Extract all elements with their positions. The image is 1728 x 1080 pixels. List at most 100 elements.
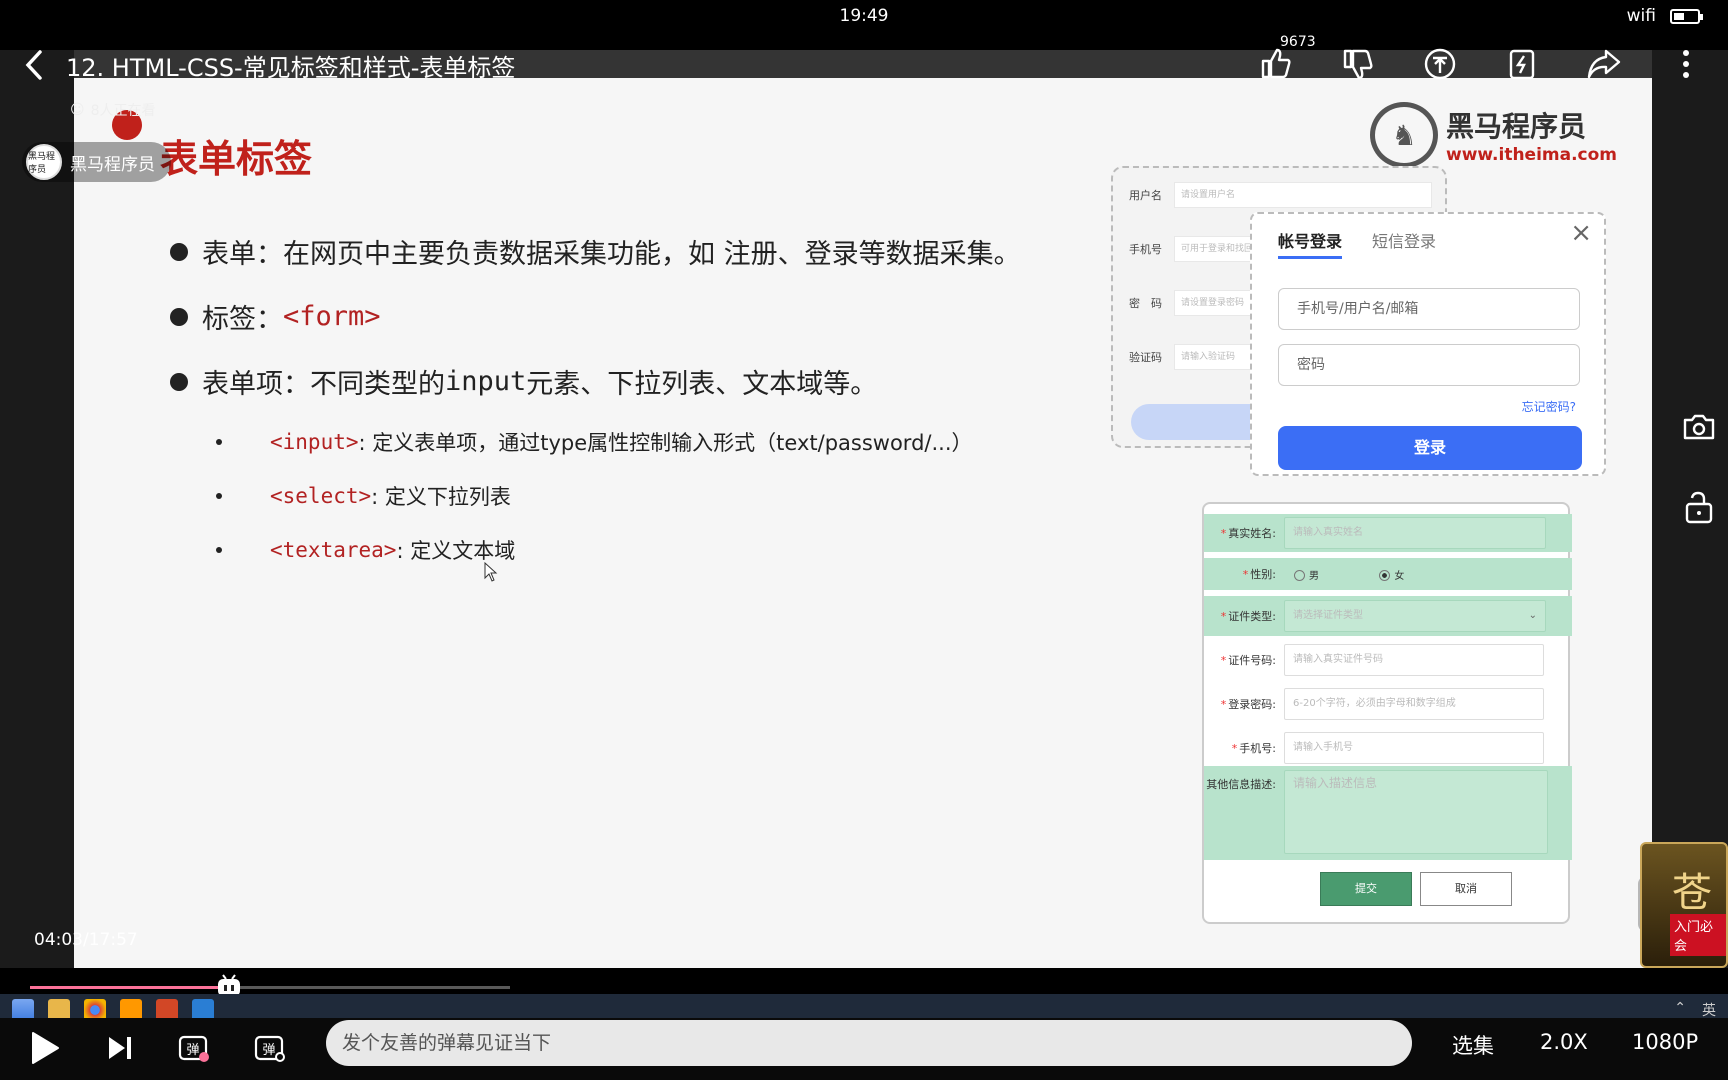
radio-female-icon [1379, 570, 1391, 581]
slide-bullets: 表单：在网页中主要负责数据采集功能，如 注册、登录等数据采集。 标签： <for… [170, 232, 1021, 589]
top-actions: 9673 [1254, 34, 1708, 86]
login-tabs: 帐号登录 短信登录 [1278, 228, 1436, 259]
danmaku-toggle[interactable]: 弹 [174, 1026, 214, 1070]
bg-form-label: 密 码 [1129, 297, 1162, 310]
slide-heading: 表单标签 [160, 137, 313, 181]
sub-text: : 定义下拉列表 [371, 485, 511, 509]
sub-bullet-select: <select> : 定义下拉列表 [170, 481, 1021, 511]
bullet-tag: 标签： <form> [170, 297, 1021, 336]
reg-label: 其他信息描述: [1206, 778, 1276, 791]
chevron-up-icon: ⌃ [1674, 1000, 1686, 1016]
sub-text: : 定义表单项，通过type属性控制输入形式（text/password/...… [358, 431, 973, 455]
forgot-password-link: 忘记密码? [1521, 400, 1576, 414]
like-count: 9673 [1280, 34, 1316, 50]
camera-icon [1683, 414, 1715, 440]
more-button[interactable] [1664, 42, 1708, 86]
letterbox-left [0, 50, 74, 968]
share-button[interactable] [1582, 42, 1626, 86]
mouse-cursor-icon [484, 562, 498, 582]
sub-text: : 定义文本域 [396, 539, 516, 563]
screenshot-button[interactable] [1670, 398, 1728, 456]
episodes-button[interactable]: 选集 [1452, 1030, 1494, 1060]
gender-radios: 男 女 [1284, 567, 1404, 582]
unlock-icon [1685, 491, 1713, 524]
chevron-down-icon: ⌄ [1528, 610, 1537, 621]
ad-tag: 入门必会 [1670, 914, 1726, 956]
lock-screen-button[interactable] [1670, 478, 1728, 536]
bg-form-label: 验证码 [1129, 351, 1162, 364]
reg-label: 真实姓名: [1228, 527, 1276, 540]
sub-code: <textarea> [270, 538, 397, 562]
bullet-mono: input [445, 366, 527, 397]
share-icon [1587, 49, 1621, 79]
coin-button[interactable] [1418, 42, 1462, 86]
reg-row-name: * 真实姓名: 请输入真实姓名 [1204, 514, 1572, 552]
speed-button[interactable]: 2.0X [1540, 1030, 1588, 1054]
uploader-name: 黑马程序员 [70, 154, 155, 175]
like-button[interactable]: 9673 [1254, 34, 1316, 86]
progress-bar[interactable] [30, 974, 510, 996]
thumbs-down-icon [1343, 49, 1373, 80]
bullet-form: 表单：在网页中主要负责数据采集功能，如 注册、登录等数据采集。 [170, 232, 1021, 271]
status-bar: 19:49 wifi [0, 0, 1728, 36]
radio-label: 女 [1394, 570, 1405, 582]
idtype-select: 请选择证件类型 ⌄ [1284, 600, 1546, 632]
uploader-badge[interactable]: 黑马程序员 黑马程序员 [22, 142, 171, 182]
sub-code: <select> [270, 484, 372, 508]
playback-time: 04:03/17:57 [34, 930, 138, 950]
viewer-count: ☺ 8人正在看 [70, 100, 156, 120]
taskbar-tray: ⌃ 英 [1674, 1000, 1716, 1020]
status-icons: wifi [1627, 6, 1703, 26]
account-input: 手机号/用户名/邮箱 [1278, 288, 1580, 330]
next-button[interactable] [100, 1026, 140, 1070]
reg-label: 登录密码: [1228, 698, 1276, 711]
reg-row-gender: * 性别: 男 女 [1204, 558, 1572, 590]
tab-account-login: 帐号登录 [1278, 228, 1343, 259]
danmaku-settings[interactable]: 弹 [250, 1026, 290, 1070]
close-icon: × [1570, 218, 1592, 248]
password-input: 密码 [1278, 344, 1580, 386]
thumbs-up-icon [1261, 48, 1291, 79]
ad-thumbnail[interactable]: 苍 入门必会 [1640, 842, 1728, 968]
example-login-card: 帐号登录 短信登录 × 手机号/用户名/邮箱 密码 忘记密码? 登录 [1250, 212, 1606, 476]
status-time: 19:49 [839, 6, 889, 26]
quality-button[interactable]: 1080P [1632, 1030, 1698, 1054]
password-field: 6-20个字符，必须由字母和数字组成 [1284, 688, 1544, 720]
ime-indicator: 英 [1702, 1003, 1716, 1019]
reg-label: 性别: [1250, 568, 1276, 581]
name-field: 请输入真实姓名 [1284, 517, 1546, 549]
reg-label: 手机号: [1239, 742, 1276, 755]
brand-name: 黑马程序员 [1446, 110, 1587, 143]
danmaku-settings-icon: 弹 [254, 1035, 285, 1062]
example-register-card: * 真实姓名: 请输入真实姓名 * 性别: 男 女 * 证件类型: 请选择证件类型 ⌄… [1202, 502, 1572, 924]
bullet-code: <form> [283, 301, 381, 332]
danmaku-input[interactable]: 发个友善的弹幕见证当下 [326, 1020, 1412, 1066]
people-icon: ☺ [70, 102, 85, 118]
cancel-button: 取消 [1420, 872, 1512, 906]
bullet-label: 表单项：不同类型的 [202, 369, 445, 400]
bg-form-row: 用户名 请设置用户名 [1129, 182, 1432, 208]
dislike-button[interactable] [1336, 42, 1380, 86]
bullet-form-items: 表单项：不同类型的 input 元素、下拉列表、文本域等。 [170, 362, 1021, 401]
submit-button: 提交 [1320, 872, 1412, 906]
more-vertical-icon [1683, 50, 1689, 78]
back-arrow-icon[interactable] [20, 48, 50, 82]
bg-form-label: 用户名 [1129, 189, 1162, 202]
sub-code: <input> [270, 430, 359, 454]
play-icon [32, 1032, 59, 1064]
favorite-button[interactable] [1500, 42, 1544, 86]
video-title: 12. HTML-CSS-常见标签和样式-表单标签 [66, 54, 516, 82]
login-button: 登录 [1278, 426, 1582, 470]
reg-row-desc: 其他信息描述: 请输入描述信息 [1204, 766, 1572, 860]
sub-bullet-input: <input> : 定义表单项，通过type属性控制输入形式（text/pass… [170, 427, 1021, 457]
coin-icon [1424, 48, 1456, 80]
reg-row-phone: * 手机号: 请输入手机号 [1204, 730, 1572, 766]
bullet-rest: 元素、下拉列表、文本域等。 [526, 369, 878, 400]
reg-row-password: * 登录密码: 6-20个字符，必须由字母和数字组成 [1204, 686, 1572, 722]
reg-row-idno: * 证件号码: 请输入真实证件号码 [1204, 642, 1572, 678]
reg-row-idtype: * 证件类型: 请选择证件类型 ⌄ [1204, 596, 1572, 636]
play-button[interactable] [22, 1026, 66, 1070]
charge-icon [1509, 49, 1535, 80]
sub-bullet-textarea: <textarea> : 定义文本域 [170, 535, 1021, 565]
bullet-dot-icon [170, 307, 188, 326]
